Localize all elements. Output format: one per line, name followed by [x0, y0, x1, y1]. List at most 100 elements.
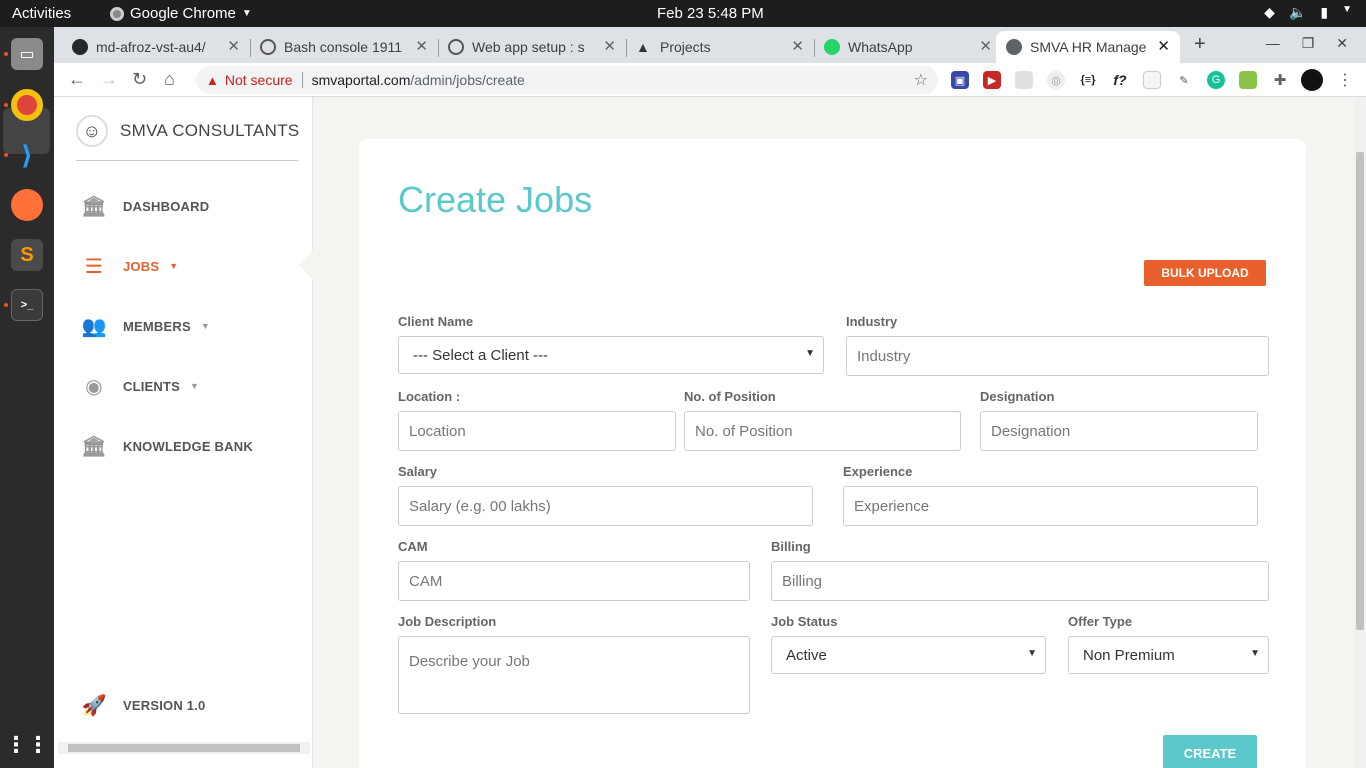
positions-input[interactable] [684, 411, 961, 451]
system-tray[interactable]: ◆ 🔈 ▮ ▼ [1264, 4, 1352, 21]
sidebar-item-dashboard[interactable]: 🏛 DASHBOARD [80, 194, 209, 218]
tab-bar: md-afroz-vst-au4/ ✕ Bash console 1911 ✕ … [54, 27, 1366, 63]
sidebar-item-members[interactable]: 👥 MEMBERS ▼ [80, 314, 210, 338]
client-name-label: Client Name [398, 314, 474, 329]
billing-input[interactable] [771, 561, 1269, 601]
sidebar-horizontal-scrollbar[interactable] [58, 742, 310, 754]
bookmark-star-icon[interactable]: ☆ [914, 70, 928, 90]
chrome-icon [110, 6, 124, 21]
sidebar-item-knowledge-bank[interactable]: 🏛 KNOWLEDGE BANK [80, 434, 253, 458]
scrollbar-thumb[interactable] [1356, 152, 1364, 630]
tab-bash-console[interactable]: Bash console 1911 ✕ [250, 31, 438, 63]
salary-label: Salary [398, 464, 438, 479]
url-host: smvaportal.com [311, 72, 411, 88]
extension-icon[interactable] [1015, 71, 1033, 89]
close-icon[interactable]: ✕ [1157, 37, 1170, 55]
sublime-text-icon[interactable]: S [11, 239, 43, 271]
brand-logo-icon: ☺ [76, 115, 108, 147]
reload-icon[interactable]: ↻ [132, 69, 147, 90]
app-menu[interactable]: Google Chrome ▼ [110, 5, 252, 22]
cam-input[interactable] [398, 561, 750, 601]
close-icon[interactable]: ✕ [1336, 35, 1348, 52]
restore-icon[interactable]: ❐ [1302, 35, 1315, 52]
not-secure-label[interactable]: Not secure [225, 72, 293, 88]
location-input[interactable] [398, 411, 676, 451]
designation-label: Designation [980, 389, 1055, 404]
forward-icon[interactable]: → [100, 69, 118, 90]
positions-label: No. of Position [684, 389, 776, 404]
bank-icon: 🏛 [81, 195, 107, 218]
list-icon: ☰ [84, 255, 104, 278]
sidebar: ☺ SMVA CONSULTANTS 🏛 DASHBOARD ☰ JOBS ▼ … [54, 97, 313, 768]
extension-icon[interactable]: ▶ [983, 71, 1001, 89]
version-label: 🚀 VERSION 1.0 [81, 694, 206, 717]
extension-icon[interactable] [1239, 71, 1257, 89]
chevron-down-icon: ▼ [1027, 648, 1037, 659]
salary-input[interactable] [398, 486, 813, 526]
create-button[interactable]: CREATE [1163, 735, 1257, 768]
running-indicator [4, 52, 8, 56]
extension-icon[interactable]: f? [1111, 71, 1129, 89]
offer-type-label: Offer Type [1068, 614, 1133, 629]
bulk-upload-button[interactable]: BULK UPLOAD [1144, 260, 1266, 286]
address-bar[interactable]: ▲ Not secure smvaportal.com /admin/jobs/… [196, 66, 938, 94]
close-icon[interactable]: ✕ [791, 37, 804, 55]
scrollbar-thumb[interactable] [68, 744, 300, 752]
tab-whatsapp[interactable]: WhatsApp ✕ [814, 31, 1002, 63]
job-status-select[interactable]: Active ▼ [771, 636, 1046, 674]
page-vertical-scrollbar[interactable] [1354, 97, 1366, 768]
files-icon[interactable]: ▭ [11, 38, 43, 70]
close-icon[interactable]: ✕ [415, 37, 428, 55]
extension-icon[interactable]: ✎ [1175, 71, 1193, 89]
tab-projects[interactable]: ▲ Projects ✕ [626, 31, 814, 63]
firefox-icon[interactable] [11, 189, 43, 221]
clock[interactable]: Feb 23 5:48 PM [657, 5, 764, 22]
brand[interactable]: ☺ SMVA CONSULTANTS [76, 115, 300, 147]
new-tab-button[interactable]: + [1194, 33, 1206, 56]
location-label: Location : [398, 389, 461, 404]
extension-icon[interactable]: ▣ [951, 71, 969, 89]
job-description-textarea[interactable] [398, 636, 750, 714]
industry-input[interactable] [846, 336, 1269, 376]
home-icon[interactable]: ⌂ [164, 69, 175, 90]
running-indicator [4, 153, 8, 157]
extension-icon[interactable] [1143, 71, 1161, 89]
billing-label: Billing [771, 539, 811, 554]
close-icon[interactable]: ✕ [979, 37, 992, 55]
globe-icon [1006, 39, 1022, 55]
browser-toolbar: ← → ↻ ⌂ ▲ Not secure smvaportal.com /adm… [54, 63, 1366, 97]
experience-label: Experience [843, 464, 913, 479]
sidebar-item-clients[interactable]: ◉ CLIENTS ▼ [80, 374, 199, 398]
extension-icon[interactable]: {≡} [1079, 71, 1097, 89]
minimize-icon[interactable]: — [1266, 35, 1280, 52]
avatar[interactable] [1301, 69, 1323, 91]
rocket-icon: 🚀 [81, 694, 107, 717]
client-name-select[interactable]: --- Select a Client --- ▼ [398, 336, 824, 374]
page-title: Create Jobs [398, 179, 593, 220]
tab-smva-hr[interactable]: SMVA HR Manage ✕ [996, 31, 1180, 63]
chrome-icon[interactable] [11, 89, 43, 121]
designation-input[interactable] [980, 411, 1258, 451]
activities-button[interactable]: Activities [12, 5, 71, 22]
kebab-menu-icon[interactable]: ⋮ [1336, 71, 1354, 89]
close-icon[interactable]: ✕ [603, 37, 616, 55]
chevron-down-icon: ▼ [241, 8, 252, 19]
close-icon[interactable]: ✕ [227, 37, 240, 55]
offer-type-select[interactable]: Non Premium ▼ [1068, 636, 1269, 674]
vscode-icon[interactable]: ⟩ [11, 139, 43, 171]
chevron-down-icon: ▼ [805, 348, 815, 359]
sidebar-item-jobs[interactable]: ☰ JOBS ▼ [80, 254, 178, 278]
back-icon[interactable]: ← [68, 69, 86, 90]
tab-github[interactable]: md-afroz-vst-au4/ ✕ [62, 31, 250, 63]
extension-icon[interactable]: ◎ [1047, 71, 1065, 89]
tab-web-app-setup[interactable]: Web app setup : s ✕ [438, 31, 626, 63]
grammarly-icon[interactable]: G [1207, 71, 1225, 89]
cam-label: CAM [398, 539, 428, 554]
show-apps-icon[interactable]: ⋮⋮ [5, 729, 49, 761]
terminal-icon[interactable]: >_ [11, 289, 43, 321]
puzzle-icon[interactable]: ✚ [1271, 71, 1289, 89]
pythonanywhere-icon [448, 39, 464, 55]
dock: ▭ ⟩ S >_ ⋮⋮ [0, 27, 54, 768]
experience-input[interactable] [843, 486, 1258, 526]
job-description-label: Job Description [398, 614, 497, 629]
